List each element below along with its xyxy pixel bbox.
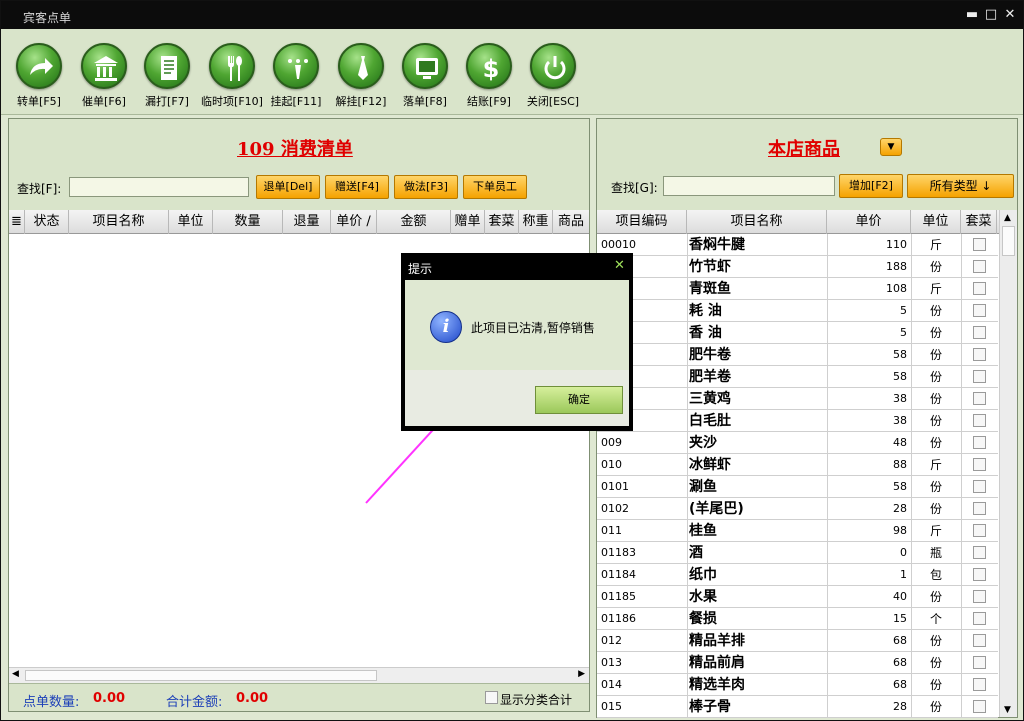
ok-button[interactable]: 确定 [535,386,623,414]
info-icon: i [430,311,462,343]
dialog-body: i 此项目已沽清,暂停销售 确定 [405,280,629,426]
main-window: 宾客点单 ▬ □ ✕ 转单[F5] 催单[F6] 漏打[F7] 临时项[F10]… [0,0,1024,721]
dialog-close-icon[interactable]: ✕ [614,258,625,273]
dialog-title: 提示 [408,262,433,276]
dialog-title-bar: 提示 ✕ [402,254,632,278]
alert-dialog: 提示 ✕ i 此项目已沽清,暂停销售 确定 [401,253,633,431]
dialog-message: 此项目已沽清,暂停销售 [471,321,595,335]
